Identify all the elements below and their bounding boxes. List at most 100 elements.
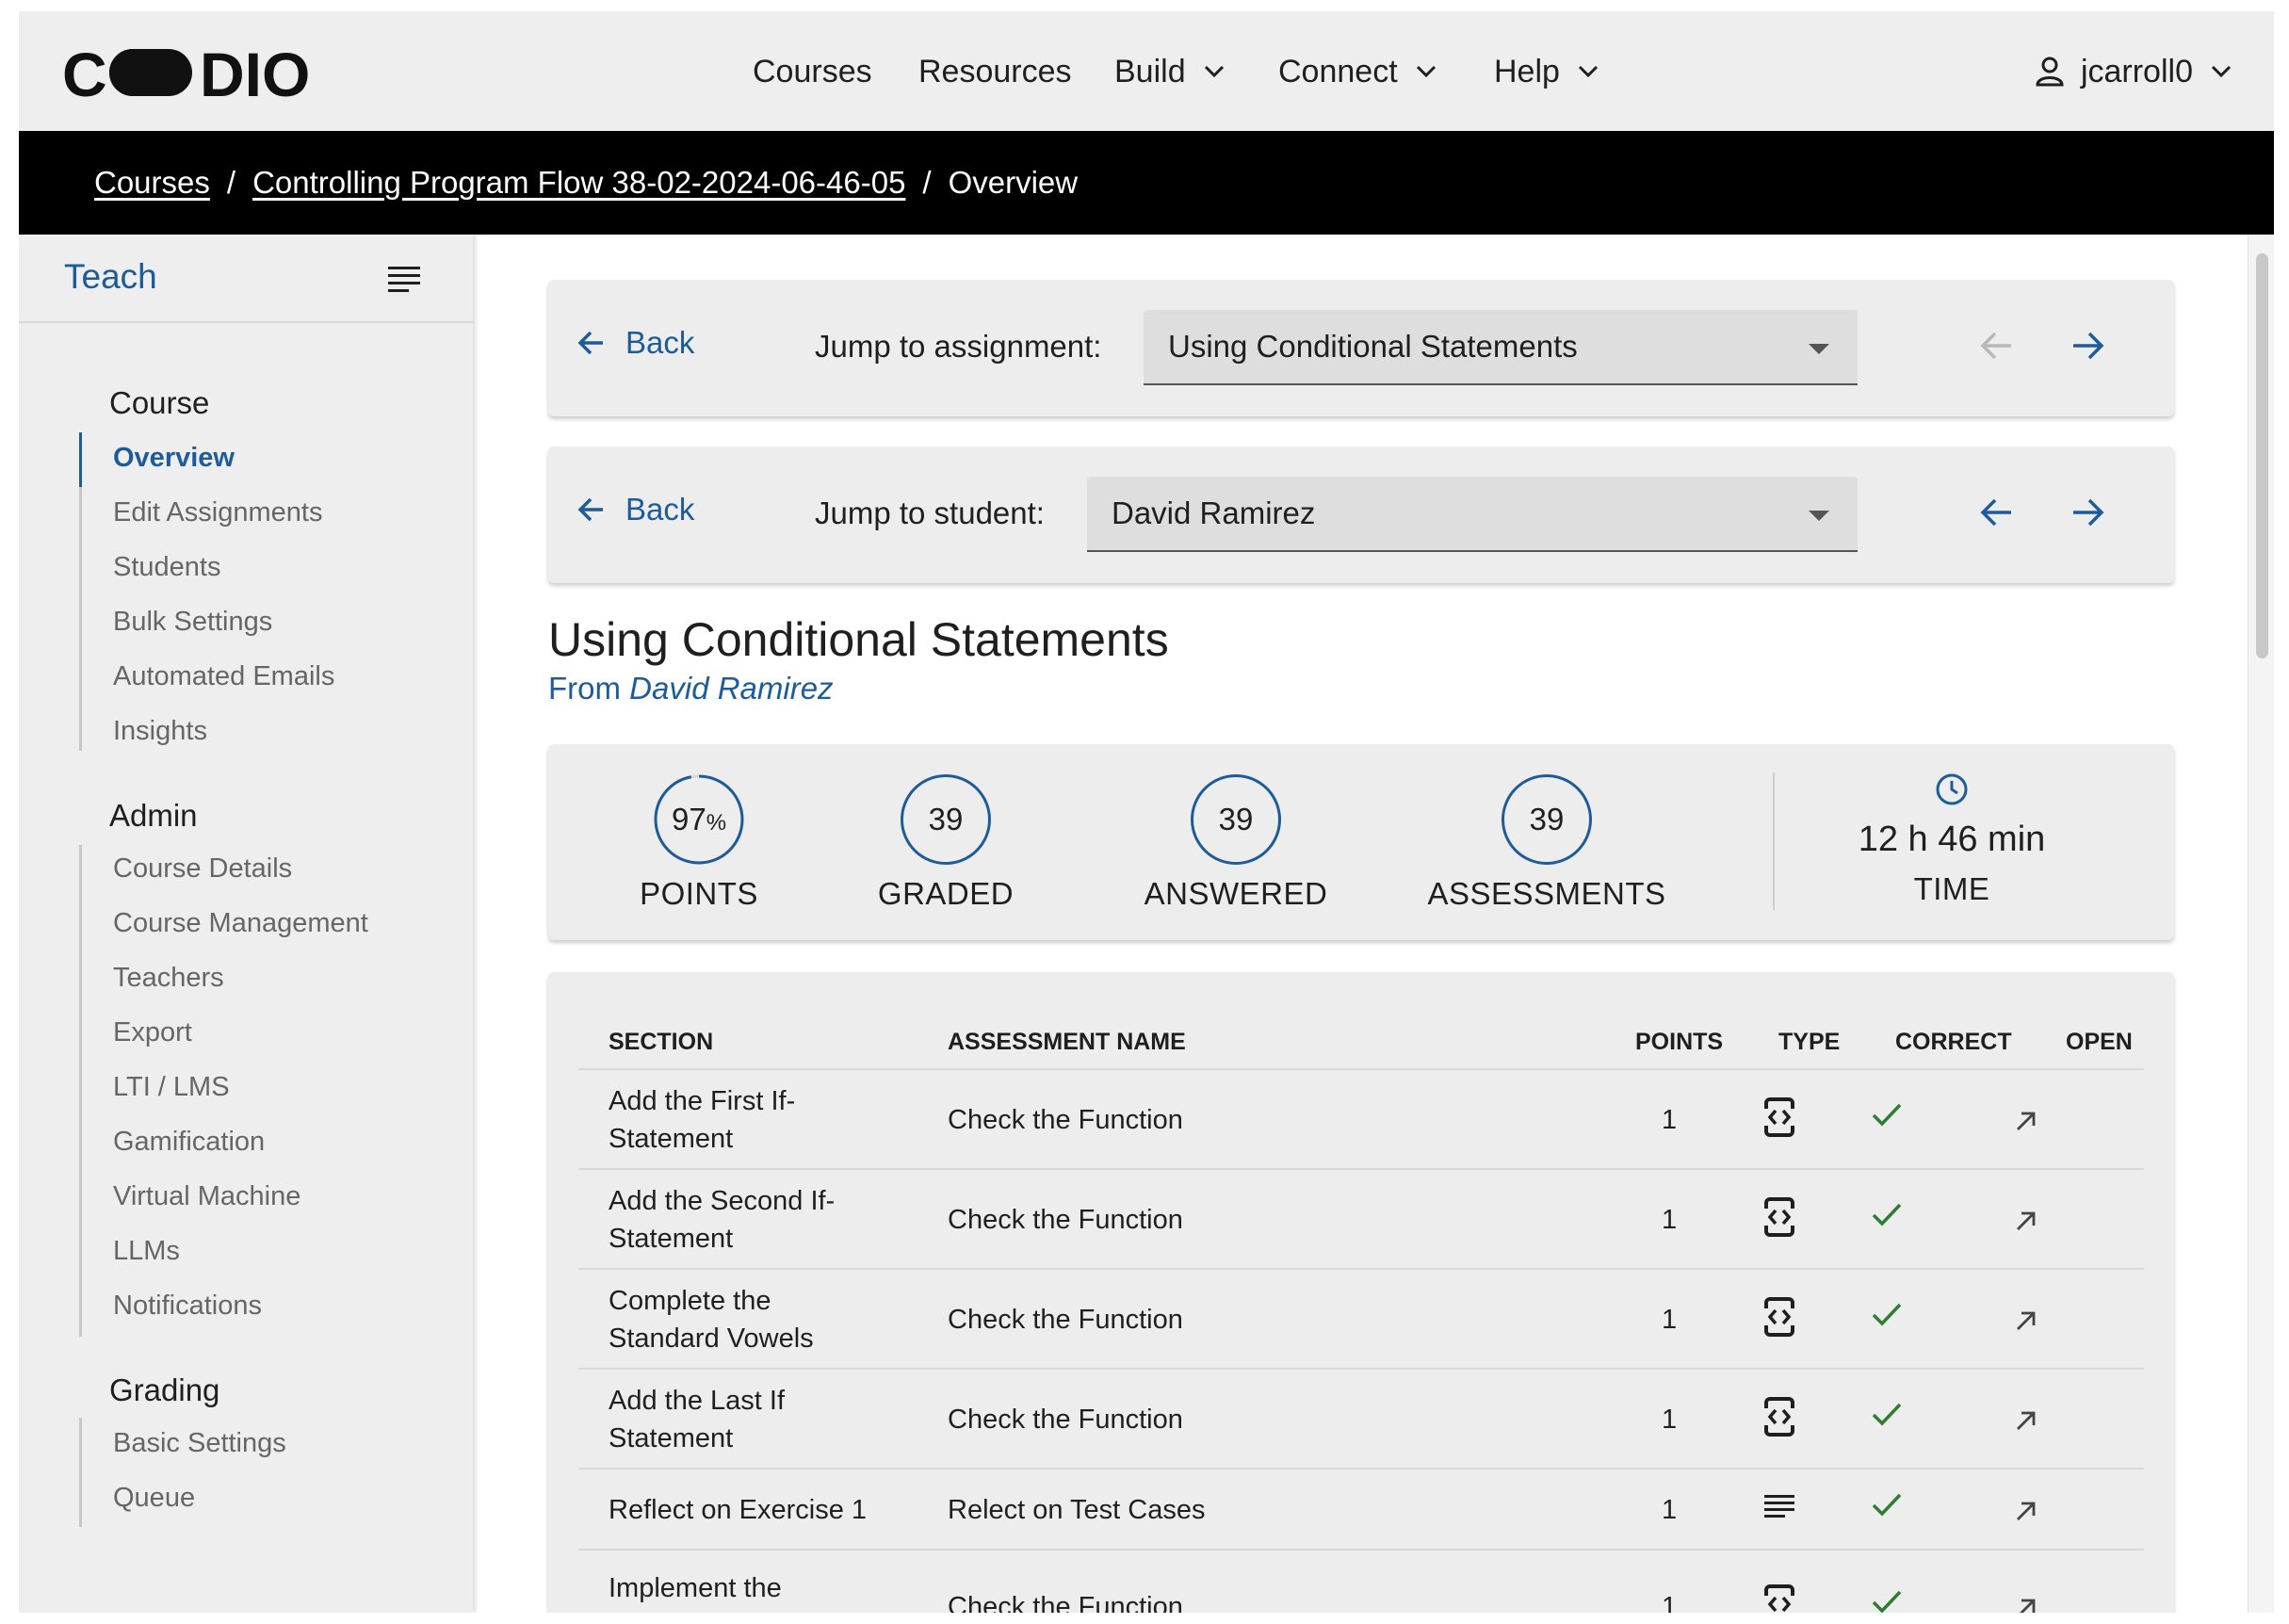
section-cell-line: Statement — [609, 1124, 734, 1154]
nav-help-label: Help — [1494, 53, 1560, 89]
sidebar-item-teachers[interactable]: Teachers — [113, 963, 224, 994]
sidebar-item-gamification[interactable]: Gamification — [113, 1127, 265, 1158]
user-menu[interactable]: jcarroll0 — [2036, 49, 2232, 94]
username: jcarroll0 — [2080, 53, 2193, 89]
from-prefix: From — [548, 671, 621, 706]
sidebar-item-lti-lms[interactable]: LTI / LMS — [113, 1072, 230, 1103]
clock-icon — [1936, 773, 1968, 805]
check-icon — [1872, 1590, 1902, 1613]
sidebar-item-notifications[interactable]: Notifications — [113, 1291, 262, 1322]
assessment-name-cell: Check the Function — [948, 1405, 1183, 1435]
sidebar-item-virtual-machine[interactable]: Virtual Machine — [113, 1181, 300, 1212]
code-test-icon — [1763, 1397, 1795, 1437]
sidebar-item-insights[interactable]: Insights — [113, 716, 207, 747]
assessments-ring: 39 — [1502, 774, 1592, 865]
points-cell: 1 — [1662, 1495, 1678, 1525]
user-icon — [2036, 57, 2064, 87]
chevron-down-icon — [1416, 65, 1436, 78]
app-window: C DIO Courses Resources Build Connect He… — [19, 11, 2274, 1613]
section-cell: Add the First If- Statement — [609, 1082, 795, 1158]
sidebar-item-overview[interactable]: Overview — [113, 443, 235, 474]
column-header-section: SECTION — [609, 1029, 714, 1055]
chevron-down-icon — [2211, 65, 2232, 78]
check-icon — [1872, 1303, 1902, 1326]
svg-text:C: C — [62, 40, 107, 106]
sidebar-item-basic-settings[interactable]: Basic Settings — [113, 1428, 286, 1459]
free-text-icon — [1764, 1495, 1794, 1518]
points-ring: 97% — [654, 774, 744, 865]
sidebar-item-students[interactable]: Students — [113, 552, 220, 583]
assessments-label: ASSESSMENTS — [1427, 876, 1666, 911]
page-title: Using Conditional Statements — [548, 613, 1169, 666]
svg-text:DIO: DIO — [200, 40, 310, 106]
breadcrumb-current: Overview — [948, 165, 1079, 200]
open-external-icon[interactable] — [2014, 1109, 2038, 1133]
nav-help[interactable]: Help — [1494, 49, 1599, 94]
sidebar-rail — [79, 487, 82, 751]
student-back-button[interactable]: Back — [576, 492, 694, 528]
nav-build[interactable]: Build — [1114, 49, 1226, 94]
assignment-select[interactable]: Using Conditional Statements — [1144, 310, 1858, 385]
column-header-type: TYPE — [1778, 1029, 1841, 1055]
sidebar-item-course-management[interactable]: Course Management — [113, 908, 368, 939]
student-select-value: David Ramirez — [1112, 495, 1316, 530]
table-row: Add the First If- Statement Check the Func… — [578, 1068, 2144, 1168]
sidebar-item-llms[interactable]: LLMs — [113, 1236, 180, 1267]
section-cell-line: Add the Second If- — [609, 1186, 836, 1216]
answered-label: ANSWERED — [1144, 876, 1328, 911]
chevron-down-icon — [1204, 65, 1224, 78]
sidebar-item-course-details[interactable]: Course Details — [113, 853, 292, 885]
jump-assignment-label: Jump to assignment: — [815, 329, 1102, 364]
student-select[interactable]: David Ramirez — [1087, 477, 1858, 552]
menu-icon[interactable] — [388, 265, 420, 293]
breadcrumb-course-link[interactable]: Controlling Program Flow 38-02-2024-06-4… — [252, 165, 905, 201]
open-external-icon[interactable] — [2014, 1308, 2038, 1333]
check-icon — [1872, 1403, 1902, 1426]
stat-assessments: 39 ASSESSMENTS — [1415, 774, 1679, 912]
section-cell-line: Implement the — [609, 1573, 782, 1603]
sidebar-group-admin: Admin — [109, 798, 198, 833]
jump-student-label: Jump to student: — [815, 495, 1045, 530]
stat-graded: 39 GRADED — [870, 774, 1021, 912]
from-student-link[interactable]: David Ramirez — [629, 671, 833, 706]
prev-student-arrow-icon[interactable] — [1978, 494, 2016, 531]
nav-connect[interactable]: Connect — [1278, 49, 1437, 94]
scrollbar[interactable] — [2248, 235, 2274, 1613]
sidebar-item-bulk-settings[interactable]: Bulk Settings — [113, 607, 272, 638]
table-row: Add the Last If Statement Check the Functi… — [578, 1368, 2144, 1468]
prev-assignment-arrow-icon[interactable] — [1978, 327, 2016, 365]
assignment-back-button[interactable]: Back — [576, 325, 694, 361]
assessment-name-cell: Check the Function — [948, 1105, 1183, 1135]
section-cell-line: Reflect on Exercise 1 — [609, 1495, 868, 1525]
nav-courses[interactable]: Courses — [753, 49, 872, 94]
section-cell-line: Add the Last If — [609, 1386, 786, 1416]
section-cell-line: Complete the — [609, 1286, 771, 1316]
column-header-open: OPEN — [2066, 1029, 2133, 1055]
open-external-icon[interactable] — [2014, 1596, 2038, 1613]
sidebar-item-automated-emails[interactable]: Automated Emails — [113, 661, 334, 692]
breadcrumb-courses-link[interactable]: Courses — [94, 165, 210, 201]
dropdown-caret-icon — [1809, 511, 1829, 521]
sidebar-item-export[interactable]: Export — [113, 1017, 192, 1048]
table-row: Add the Second If- Statement Check the Fun… — [578, 1168, 2144, 1268]
assignment-back-label: Back — [625, 325, 695, 360]
arrow-left-icon — [577, 331, 603, 355]
scrollbar-thumb[interactable] — [2256, 253, 2268, 658]
open-external-icon[interactable] — [2014, 1408, 2038, 1433]
sidebar-item-edit-assignments[interactable]: Edit Assignments — [113, 497, 322, 528]
section-cell-line: Function — [609, 1607, 782, 1613]
open-external-icon[interactable] — [2014, 1499, 2038, 1523]
top-navigation: C DIO Courses Resources Build Connect He… — [19, 11, 2274, 131]
next-student-arrow-icon[interactable] — [2069, 494, 2106, 531]
code-test-icon — [1763, 1584, 1795, 1613]
open-external-icon[interactable] — [2014, 1209, 2038, 1233]
graded-label: GRADED — [877, 876, 1015, 911]
codio-logo[interactable]: C DIO — [62, 40, 364, 106]
nav-resources[interactable]: Resources — [918, 49, 1072, 94]
assignment-navigator: Back Jump to assignment: Using Condition… — [548, 280, 2174, 416]
next-assignment-arrow-icon[interactable] — [2069, 327, 2106, 365]
points-value: 97% — [671, 802, 727, 836]
assessment-name-cell: Check the Function — [948, 1305, 1183, 1335]
breadcrumb-separator: / — [226, 165, 236, 200]
sidebar-item-queue[interactable]: Queue — [113, 1483, 195, 1514]
